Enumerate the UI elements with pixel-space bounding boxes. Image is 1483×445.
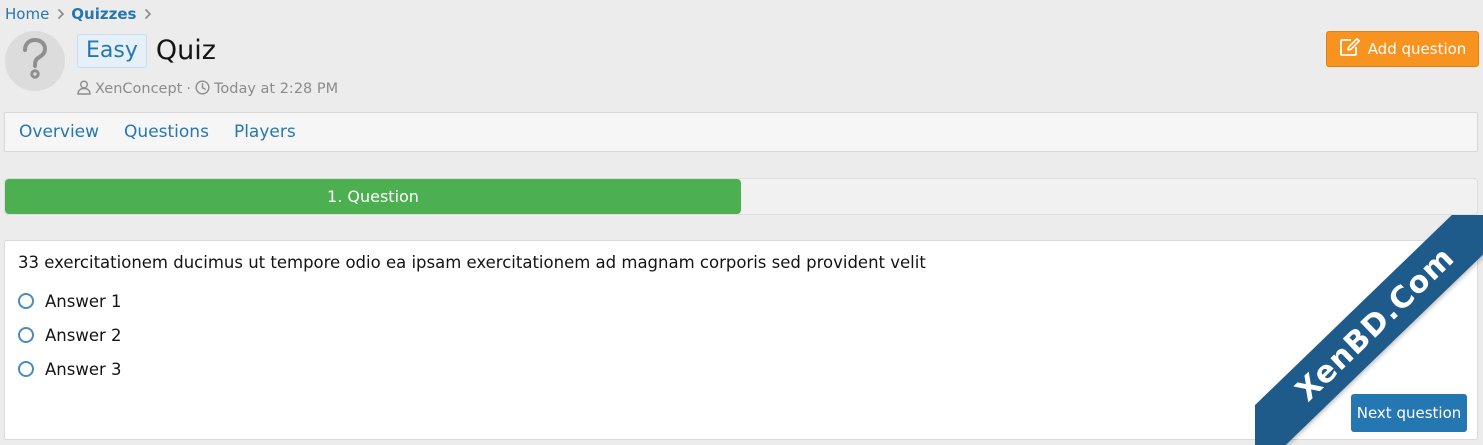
user-icon (77, 80, 95, 99)
radio-button[interactable] (18, 361, 34, 377)
tab-bar: Overview Questions Players (4, 112, 1478, 152)
progress-fill: 1. Question (5, 179, 741, 214)
page-title-row: Easy Quiz (77, 33, 216, 69)
question-mark-icon (20, 37, 50, 84)
answer-label: Answer 3 (45, 359, 122, 379)
meta-separator: · (186, 81, 191, 97)
answer-option-2[interactable]: Answer 2 (18, 323, 122, 347)
answer-label: Answer 1 (45, 291, 122, 311)
edit-icon (1339, 37, 1368, 61)
clock-icon (195, 79, 214, 99)
next-question-label: Next question (1356, 404, 1462, 422)
answer-label: Answer 2 (45, 325, 122, 345)
page-title: Quiz (155, 35, 216, 66)
post-date[interactable]: Today at 2:28 PM (214, 81, 338, 97)
answer-option-1[interactable]: Answer 1 (18, 289, 122, 313)
avatar (5, 31, 65, 91)
content-meta: XenConcept · Today at 2:28 PM (77, 79, 338, 99)
answer-option-3[interactable]: Answer 3 (18, 357, 122, 381)
tab-players[interactable]: Players (234, 122, 296, 142)
progress-label: 1. Question (327, 187, 419, 206)
breadcrumb-home-link[interactable]: Home (5, 5, 49, 23)
radio-button[interactable] (18, 293, 34, 309)
add-question-button[interactable]: Add question (1326, 31, 1479, 67)
chevron-right-icon (57, 8, 65, 20)
author-link[interactable]: XenConcept (95, 81, 182, 97)
breadcrumb-quizzes-link[interactable]: Quizzes (71, 5, 136, 23)
next-question-button[interactable]: Next question (1351, 394, 1467, 432)
tab-overview[interactable]: Overview (19, 122, 99, 142)
breadcrumb: Home Quizzes (5, 4, 158, 24)
tab-questions[interactable]: Questions (124, 122, 209, 142)
chevron-right-icon (144, 8, 152, 20)
quiz-progress-bar: 1. Question (4, 178, 1478, 215)
question-text: 33 exercitationem ducimus ut tempore odi… (18, 253, 926, 272)
difficulty-badge: Easy (77, 34, 147, 68)
question-panel: 33 exercitationem ducimus ut tempore odi… (4, 240, 1478, 440)
radio-button[interactable] (18, 327, 34, 343)
add-question-label: Add question (1367, 40, 1467, 58)
